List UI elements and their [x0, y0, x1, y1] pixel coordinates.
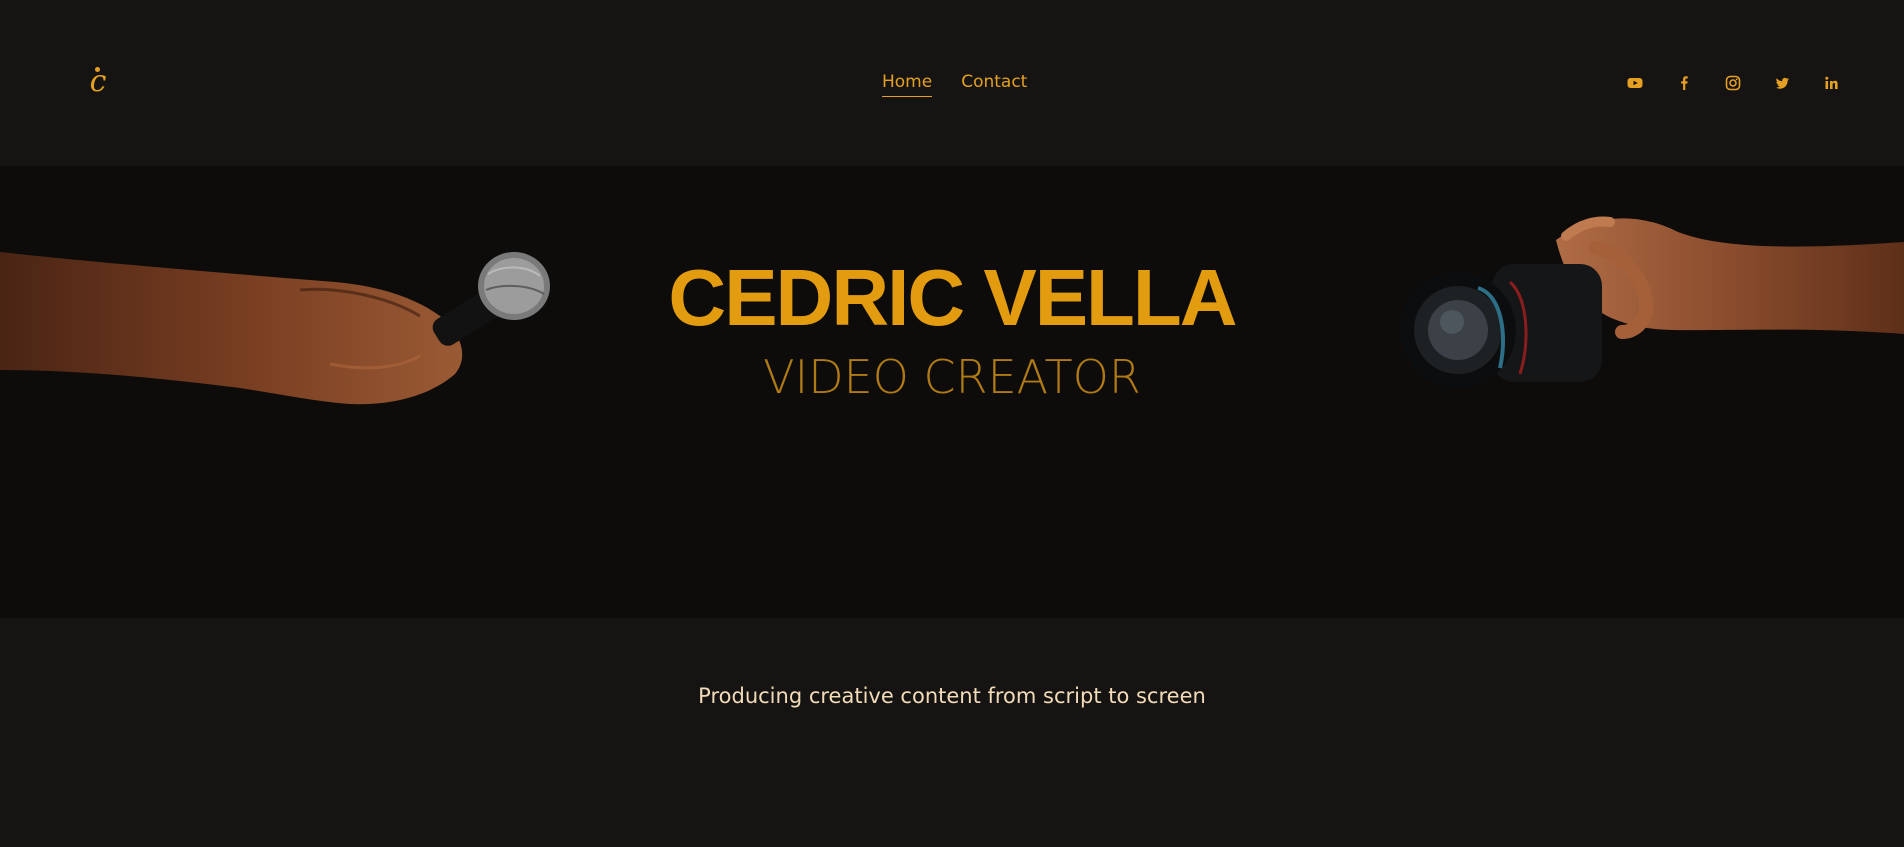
- nav-item-contact[interactable]: Contact: [961, 70, 1027, 97]
- hero-subtitle: VIDEO CREATOR: [763, 350, 1141, 404]
- linkedin-icon[interactable]: [1818, 70, 1844, 96]
- twitter-icon[interactable]: [1769, 70, 1795, 96]
- facebook-icon[interactable]: [1671, 70, 1697, 96]
- hero-banner: CEDRIC VELLA VIDEO CREATOR: [0, 166, 1904, 618]
- instagram-icon[interactable]: [1720, 70, 1746, 96]
- nav-item-home[interactable]: Home: [882, 70, 933, 97]
- tagline: Producing creative content from script t…: [698, 684, 1206, 708]
- main-nav: Home Contact: [882, 70, 1027, 97]
- hero-title: CEDRIC VELLA: [668, 253, 1237, 342]
- logo-dot: [95, 67, 100, 72]
- site-header: c Home Contact: [0, 0, 1904, 166]
- social-links: [1622, 70, 1844, 96]
- site-logo[interactable]: c: [84, 62, 112, 102]
- youtube-icon[interactable]: [1622, 70, 1648, 96]
